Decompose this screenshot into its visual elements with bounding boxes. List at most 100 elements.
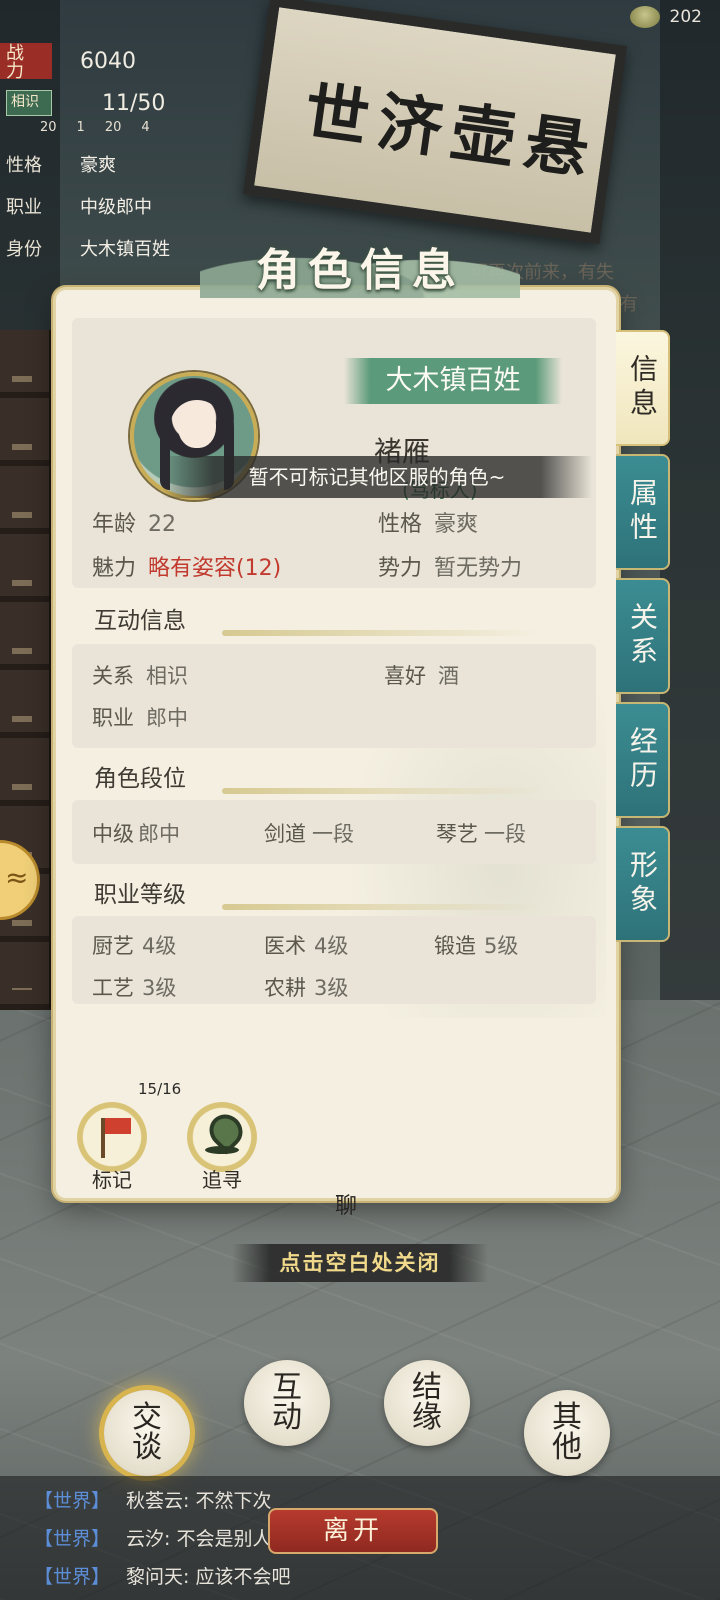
relation-field: 关系 相识 (92, 660, 188, 690)
career-card: 厨艺 4级 医术 4级 锻造 5级 工艺 3级 农耕 3级 (72, 916, 596, 1004)
relation-row: 相识 11/50 (0, 82, 230, 124)
profile-row-identity: 身份 大木镇百姓 (0, 227, 230, 269)
rank-item: 剑道 一段 (264, 818, 354, 848)
other-label: 其他 (552, 1400, 582, 1465)
field-label: 性格 (378, 512, 423, 537)
leave-button[interactable]: 离开 (268, 1508, 438, 1554)
field-value: 酒 (438, 664, 459, 688)
career-item: 锻造 5级 (434, 930, 518, 960)
field-value: 一段 (312, 822, 354, 846)
chat-text: 秋荟云: 不然下次 (126, 1490, 272, 1512)
field-label: 喜好 (384, 664, 426, 688)
npc-title-banner: 大木镇百姓 (344, 358, 562, 404)
field-label: 琴艺 (436, 822, 478, 846)
field-value: 22 (148, 512, 177, 537)
toast-message: 暂不可标记其他区服的角色~ (162, 456, 592, 498)
chat-text: 黎问天: 应该不会吧 (126, 1566, 291, 1588)
profile-rows: 性格 豪爽 职业 中级郎中 身份 大木镇百姓 (0, 143, 230, 269)
tab-appearance[interactable]: 形象 (616, 826, 670, 942)
power-row: 战 力 6040 (0, 40, 230, 82)
relation-value: 11/50 (102, 90, 166, 116)
field-value: 3级 (314, 976, 349, 1000)
track-label: 追寻 (202, 1168, 242, 1192)
career-item: 厨艺 4级 (92, 930, 176, 960)
field-label: 年龄 (92, 512, 137, 537)
chat-channel: 【世界】 (34, 1528, 111, 1550)
tab-relations[interactable]: 关系 (616, 578, 670, 694)
currency-value: 202 (669, 7, 702, 27)
field-value: 相识 (146, 664, 188, 688)
field-label: 工艺 (92, 976, 134, 1000)
profile-row-job: 职业 中级郎中 (0, 185, 230, 227)
power-value: 6040 (80, 48, 136, 74)
field-value: 3级 (142, 976, 177, 1000)
field-label: 厨艺 (92, 934, 134, 958)
currency-display[interactable]: 202 (629, 6, 702, 28)
field-value: 略有姿容(12) (148, 556, 282, 581)
dialog-title-text: 角色信息 (256, 245, 464, 296)
field-label: 职业 (92, 706, 134, 730)
interact-button[interactable]: 互动 (244, 1360, 330, 1446)
tab-history[interactable]: 经历 (616, 702, 670, 818)
faction-field: 势力 暂无势力 (378, 550, 522, 582)
tab-attributes[interactable]: 属性 (616, 454, 670, 570)
talk-label: 交谈 (132, 1400, 162, 1465)
career-section-title: 职业等级 (72, 874, 596, 916)
field-label: 关系 (92, 664, 134, 688)
portrait-face (178, 402, 216, 448)
mark-count: 15/16 (138, 1080, 182, 1098)
rank-item: 中级 郎中 (92, 818, 180, 848)
side-tab-bar: 信息 属性 关系 经历 形象 (616, 330, 672, 950)
field-label: 剑道 (264, 822, 306, 846)
field-label: 医术 (264, 934, 306, 958)
bond-button[interactable]: 结缘 (384, 1360, 470, 1446)
chat-line: 【世界】 黎问天: 应该不会吧 (34, 1562, 290, 1589)
charm-field: 魅力 略有姿容(12) (92, 550, 281, 582)
npc-stats-panel: 战 力 6040 相识 11/50 20 1 20 4 性格 豪爽 职业 中级郎… (0, 40, 230, 269)
bond-label: 结缘 (412, 1370, 442, 1435)
mark-button[interactable]: 15/16 标记 (76, 1080, 181, 1193)
chat-channel: 【世界】 (34, 1490, 111, 1512)
personality-field: 性格 豪爽 (378, 506, 478, 538)
career-item: 农耕 3级 (264, 972, 348, 1002)
other-button[interactable]: 其他 (524, 1390, 610, 1476)
interaction-card: 关系 相识 喜好酒 职业 郎中 (72, 644, 596, 748)
character-info-panel: 大木镇百姓 褚雁 (骂标人) 暂不可标记其他区服的角色~ 年龄22 性格豪爽 魅… (56, 290, 616, 1198)
field-value: 郎中 (138, 822, 180, 846)
location-pin-icon (187, 1102, 257, 1172)
field-label: 魅力 (92, 556, 137, 581)
relation-badge: 相识 (6, 90, 52, 116)
field-value: 4级 (142, 934, 177, 958)
background-text-2: 有 (620, 294, 638, 315)
interact-label: 互动 (272, 1370, 302, 1435)
tea-cup-icon (629, 6, 660, 28)
field-value: 一段 (484, 822, 526, 846)
field-value: 郎中 (146, 706, 188, 730)
track-button[interactable]: 追寻 (186, 1102, 258, 1193)
field-value: 5级 (484, 934, 519, 958)
tab-info[interactable]: 信息 (616, 330, 670, 446)
profile-value: 豪爽 (80, 155, 116, 176)
talk-button[interactable]: 交谈 (104, 1390, 190, 1476)
field-label: 农耕 (264, 976, 306, 1000)
profile-key: 身份 (6, 239, 42, 260)
field-label: 势力 (378, 556, 423, 581)
career-item: 医术 4级 (264, 930, 348, 960)
age-field: 年龄 22 (92, 506, 176, 538)
profile-value: 中级郎中 (80, 197, 152, 218)
power-badge: 战 力 (0, 43, 52, 81)
career-item: 工艺 3级 (92, 972, 176, 1002)
field-value: 暂无势力 (434, 556, 523, 581)
chat-line: 【世界】 秋荟云: 不然下次 (34, 1486, 271, 1513)
profile-key: 职业 (6, 197, 42, 218)
chat-channel: 【世界】 (34, 1566, 111, 1588)
flag-icon (77, 1102, 147, 1172)
profile-key: 性格 (6, 155, 42, 176)
dialog-title: 角色信息 (200, 208, 520, 298)
field-value: 豪爽 (434, 512, 479, 537)
hobby-field: 喜好酒 (384, 660, 459, 690)
signboard-text: 世济壶悬 (299, 74, 604, 190)
close-hint[interactable]: 点击空白处关闭 (232, 1244, 488, 1282)
interaction-section-title: 互动信息 (72, 600, 596, 642)
field-value: 4级 (314, 934, 349, 958)
